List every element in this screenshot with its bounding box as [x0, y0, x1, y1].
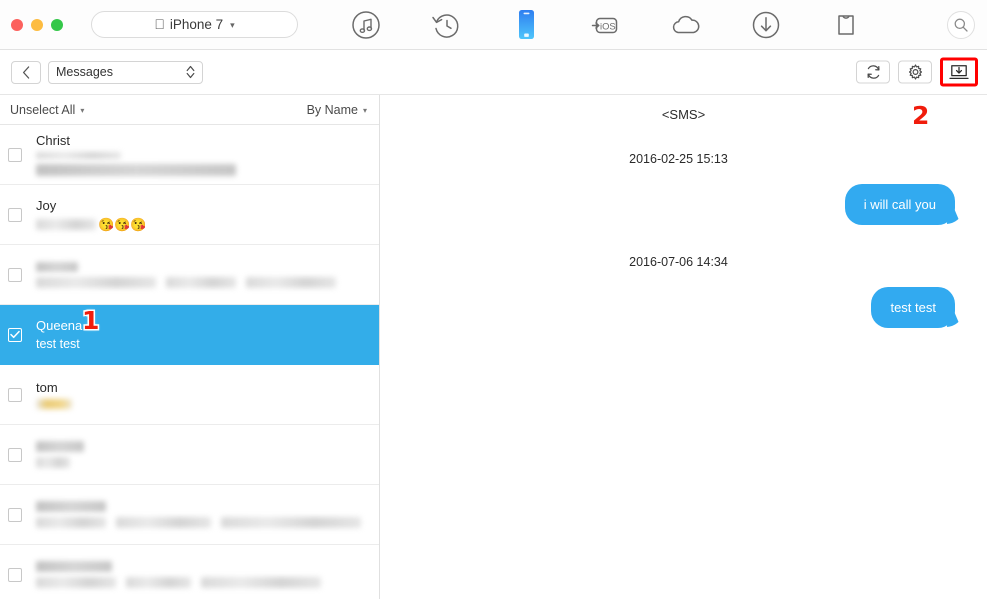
unselect-all-dropdown[interactable]: Unselect All ▾ — [10, 103, 84, 117]
refresh-icon — [867, 65, 879, 79]
sub-toolbar-actions — [856, 57, 978, 87]
conversation-row-queena[interactable]: Queena test test — [0, 305, 379, 365]
unselect-all-label: Unselect All — [10, 102, 76, 117]
annotation-step-1: 1 — [82, 306, 100, 335]
section-select[interactable]: Messages — [48, 60, 203, 84]
message-row: test test — [380, 287, 987, 328]
message-bubble-outgoing[interactable]: test test — [871, 287, 955, 328]
row-content: Christ — [36, 133, 379, 176]
conversation-row-redacted-1[interactable] — [0, 245, 379, 305]
device-icon[interactable] — [486, 0, 566, 50]
settings-button[interactable] — [898, 60, 932, 84]
row-checkbox[interactable] — [8, 447, 22, 462]
message-preview-redacted: 😘😘😘 — [36, 217, 379, 232]
row-content: tom — [36, 380, 379, 409]
emoji-preview: 😘😘😘 — [98, 216, 147, 232]
annotation-step-2: 2 — [912, 101, 930, 130]
download-icon[interactable] — [726, 0, 806, 50]
chevron-down-icon: ▾ — [230, 20, 235, 31]
contact-name: tom — [36, 380, 58, 395]
list-header: Unselect All ▾ By Name ▾ — [0, 95, 379, 125]
message-bubble-outgoing[interactable]: i will call you — [844, 184, 955, 225]
thread-title: <SMS> — [661, 107, 706, 122]
message-preview-redacted — [36, 399, 379, 409]
refresh-button[interactable] — [856, 60, 890, 84]
export-button[interactable] — [940, 57, 978, 87]
conversation-row-tom[interactable]: tom — [0, 365, 379, 425]
music-icon[interactable] — [326, 0, 406, 50]
row-checkbox[interactable] — [8, 507, 22, 522]
traffic-lights — [11, 18, 63, 31]
export-to-device-icon — [949, 64, 969, 79]
row-checkbox[interactable] — [8, 567, 22, 582]
row-content — [36, 501, 379, 528]
toolkit-icon[interactable] — [806, 0, 886, 50]
back-button[interactable] — [11, 60, 41, 84]
row-checkbox[interactable] — [8, 207, 22, 222]
app-window:  iPhone 7 ▾ — [0, 0, 987, 599]
sort-dropdown[interactable]: By Name ▾ — [307, 103, 367, 117]
conversation-row-redacted-3[interactable] — [0, 485, 379, 545]
gear-icon — [908, 64, 922, 80]
message-preview-redacted — [36, 152, 379, 176]
search-icon — [954, 18, 968, 32]
chevron-down-icon: ▾ — [80, 106, 85, 115]
row-checkbox[interactable] — [8, 147, 22, 162]
zoom-button[interactable] — [51, 18, 63, 31]
conversation-row-joy[interactable]: Joy 😘😘😘 — [0, 185, 379, 245]
sub-toolbar: Messages — [0, 50, 987, 95]
conversation-list-panel: Unselect All ▾ By Name ▾ Christ Joy 😘😘😘 … — [0, 95, 380, 599]
sort-label: By Name — [306, 102, 358, 117]
to-ios-icon[interactable]: iOS — [566, 0, 646, 50]
chevron-down-icon: ▾ — [362, 106, 367, 115]
main-body: Unselect All ▾ By Name ▾ Christ Joy 😘😘😘 … — [0, 95, 987, 599]
row-content — [36, 441, 379, 468]
conversation-row-christ[interactable]: Christ — [0, 125, 379, 185]
title-bar:  iPhone 7 ▾ — [0, 0, 987, 50]
message-thread-panel: <SMS> 2016-02-25 15:13 i will call you 2… — [380, 95, 987, 599]
cloud-icon[interactable] — [646, 0, 726, 50]
svg-text:iOS: iOS — [600, 20, 616, 31]
message-timestamp: 2016-02-25 15:13 — [629, 152, 728, 166]
contact-name: Joy — [36, 197, 57, 213]
row-content — [36, 561, 379, 588]
section-label: Messages — [56, 65, 113, 79]
conversation-row-redacted-4[interactable] — [0, 545, 379, 599]
checkmark-icon — [10, 326, 20, 344]
history-icon[interactable] — [406, 0, 486, 50]
message-timestamp: 2016-07-06 14:34 — [629, 255, 728, 269]
device-name-label: iPhone 7 — [164, 17, 223, 32]
chevron-left-icon — [22, 65, 29, 79]
toolbar-icons: iOS — [326, 0, 886, 50]
contact-name: Christ — [36, 133, 70, 148]
row-content — [36, 261, 379, 288]
row-content: Joy 😘😘😘 — [36, 198, 379, 232]
row-checkbox[interactable] — [8, 387, 22, 402]
apple-logo-icon:  — [154, 17, 165, 31]
minimize-button[interactable] — [31, 18, 43, 31]
conversation-row-redacted-2[interactable] — [0, 425, 379, 485]
search-button[interactable] — [947, 10, 975, 39]
row-checkbox[interactable] — [8, 267, 22, 282]
updown-chevron-icon — [186, 65, 195, 80]
message-row: i will call you — [380, 184, 987, 225]
message-preview: test test — [36, 336, 80, 351]
device-selector[interactable]:  iPhone 7 ▾ — [91, 11, 298, 38]
row-checkbox[interactable] — [8, 326, 22, 344]
close-button[interactable] — [11, 18, 23, 31]
